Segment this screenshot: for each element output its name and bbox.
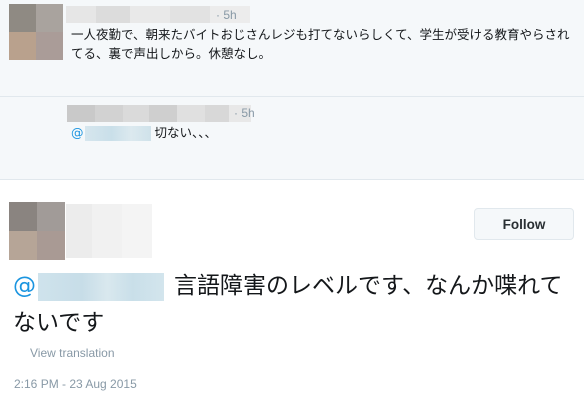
tweet-text: @ 切ない、、、 [71, 123, 571, 142]
mention-blurred[interactable] [38, 272, 164, 301]
tweet-timestamp[interactable]: · 5h [234, 106, 255, 120]
main-tweet: Follow @ 言語障害のレベルです、なんか喋れてないです View trans… [0, 180, 584, 408]
mention-link[interactable]: @ [71, 125, 155, 141]
reply-tweet[interactable]: · 5h @ 切ない、、、 [0, 97, 584, 256]
mention-link[interactable]: @ [13, 272, 174, 301]
username-blurred[interactable] [67, 105, 251, 122]
tweet-datetime[interactable]: 2:16 PM - 23 Aug 2015 [14, 377, 137, 391]
avatar[interactable] [9, 202, 65, 260]
username-blurred[interactable] [66, 204, 152, 258]
tweet-text: 一人夜勤で、朝来たバイトおじさんレジも打てないらしくて、学生が受ける教育やらされ… [71, 27, 570, 61]
avatar[interactable] [9, 4, 63, 60]
follow-button[interactable]: Follow [474, 208, 574, 240]
reply-tweet[interactable]: · 5h 一人夜勤で、朝来たバイトおじさんレジも打てないらしくて、学生が受ける教… [0, 0, 584, 97]
view-translation-link[interactable]: View translation [30, 346, 115, 360]
mention-blurred[interactable] [84, 126, 151, 141]
reply-text: 切ない、、、 [154, 125, 218, 140]
main-tweet-text: @ 言語障害のレベルです、なんか喋れてないです [13, 268, 583, 342]
tweet-timestamp[interactable]: · 5h [216, 8, 237, 22]
